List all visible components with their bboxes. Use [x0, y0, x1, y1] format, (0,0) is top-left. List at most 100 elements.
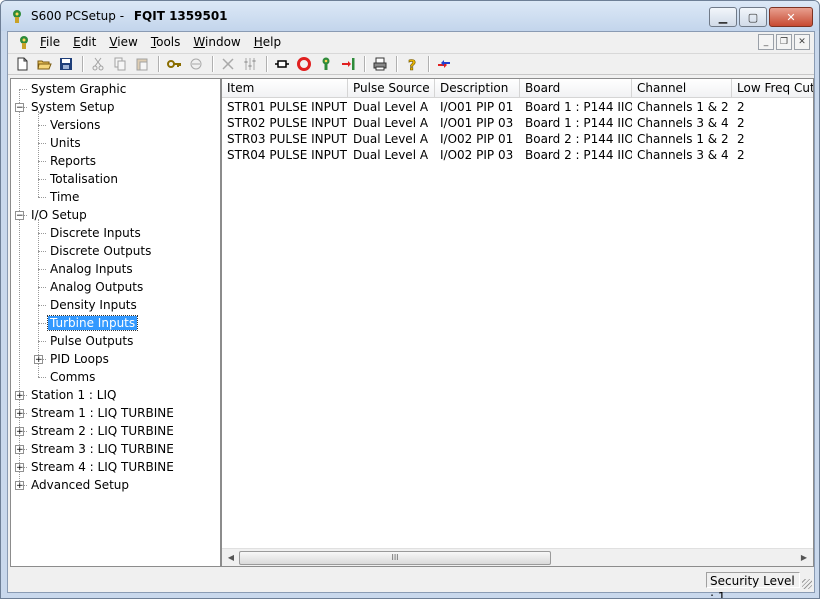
tree-item-density-inputs[interactable]: Density Inputs: [48, 297, 139, 313]
navigation-tree[interactable]: System Graphic − System Setup Versions Units…: [10, 78, 221, 567]
menu-window[interactable]: Window: [193, 35, 240, 49]
tree-item-label: Time: [50, 190, 80, 204]
help-icon: ?: [408, 58, 417, 72]
toolbar-separator: [428, 56, 430, 72]
column-header-board[interactable]: Board: [520, 79, 632, 97]
help-button[interactable]: ?: [402, 55, 422, 73]
tree-item-turbine-inputs[interactable]: Turbine Inputs: [46, 315, 139, 331]
stop-ring-icon: [297, 57, 311, 71]
expand-icon[interactable]: +: [15, 463, 24, 473]
expand-icon[interactable]: +: [15, 481, 24, 491]
tree-connector-line: [38, 341, 46, 342]
scroll-right-button[interactable]: ▶: [797, 551, 811, 564]
expand-icon[interactable]: +: [15, 391, 24, 401]
table-cell: I/O01 PIP 03: [440, 116, 514, 130]
mdi-restore-button[interactable]: ❐: [776, 34, 792, 50]
print-button[interactable]: [370, 55, 390, 73]
document-icon[interactable]: [16, 34, 32, 50]
tree-item-label: Stream 4 : LIQ TURBINE: [31, 460, 174, 474]
table-cell: 2: [737, 100, 745, 114]
column-header-item[interactable]: Item: [222, 79, 348, 97]
tree-item-advanced-setup[interactable]: Advanced Setup: [29, 477, 131, 493]
close-button[interactable]: ✕: [769, 7, 813, 27]
module-button[interactable]: [272, 55, 292, 73]
tree-connector-line: [38, 125, 46, 126]
collapse-icon[interactable]: −: [15, 103, 24, 113]
table-row[interactable]: STR01 PULSE INPUT Dual Level A I/O01 PIP 0…: [222, 99, 813, 115]
svg-text:?: ?: [408, 58, 416, 72]
app-window: S600 PCSetup - FQIT 1359501 ▁ ▢ ✕ File Ed…: [0, 0, 820, 599]
menu-help[interactable]: Help: [254, 35, 281, 49]
upload-button[interactable]: [338, 55, 358, 73]
minimize-button[interactable]: ▁: [709, 7, 737, 27]
paste-button[interactable]: [132, 55, 152, 73]
new-file-button[interactable]: [12, 55, 32, 73]
save-button[interactable]: [56, 55, 76, 73]
grid-header: Item Pulse Source Description Board Channel L…: [222, 79, 813, 98]
turbine-inputs-grid[interactable]: Item Pulse Source Description Board Channel L…: [221, 78, 814, 567]
tree-item-discrete-inputs[interactable]: Discrete Inputs: [48, 225, 143, 241]
menu-edit[interactable]: Edit: [73, 35, 96, 49]
tree-item-i-o-setup[interactable]: I/O Setup: [29, 207, 89, 223]
menu-file[interactable]: File: [40, 35, 60, 49]
table-cell: Dual Level A: [353, 148, 429, 162]
menu-tools[interactable]: Tools: [151, 35, 181, 49]
tree-item-system-graphic[interactable]: System Graphic: [29, 81, 128, 97]
column-header-channel[interactable]: Channel: [632, 79, 732, 97]
column-header-description[interactable]: Description: [435, 79, 520, 97]
expand-icon[interactable]: +: [34, 355, 43, 365]
tree-item-totalisation[interactable]: Totalisation: [48, 171, 120, 187]
tree-item-comms[interactable]: Comms: [48, 369, 97, 385]
tree-item-reports[interactable]: Reports: [48, 153, 98, 169]
table-cell: Channels 1 & 2: [637, 100, 729, 114]
tree-item-pulse-outputs[interactable]: Pulse Outputs: [48, 333, 135, 349]
expand-icon[interactable]: +: [15, 445, 24, 455]
transfer-arrows-button[interactable]: [434, 55, 454, 73]
tree-item-units[interactable]: Units: [48, 135, 83, 151]
table-cell: I/O02 PIP 01: [440, 132, 514, 146]
connect-icon: [190, 58, 202, 70]
collapse-icon[interactable]: −: [15, 211, 24, 221]
resize-grip-icon[interactable]: [802, 579, 812, 589]
key-button[interactable]: [164, 55, 184, 73]
network-button[interactable]: [218, 55, 238, 73]
maximize-button[interactable]: ▢: [739, 7, 767, 27]
tree-item-system-setup[interactable]: System Setup: [29, 99, 117, 115]
table-row[interactable]: STR03 PULSE INPUT Dual Level A I/O02 PIP 0…: [222, 131, 813, 147]
tree-item-station-1-liq[interactable]: Station 1 : LIQ: [29, 387, 118, 403]
tree-item-stream-2-liq-turbine[interactable]: Stream 2 : LIQ TURBINE: [29, 423, 176, 439]
tree-item-label: Stream 2 : LIQ TURBINE: [31, 424, 174, 438]
tree-item-analog-outputs[interactable]: Analog Outputs: [48, 279, 145, 295]
expand-icon[interactable]: +: [15, 409, 24, 419]
column-header-low-freq-cutoff[interactable]: Low Freq Cutoff: [732, 79, 813, 97]
sliders-button[interactable]: [240, 55, 260, 73]
copy-button[interactable]: [110, 55, 130, 73]
scroll-left-button[interactable]: ◀: [224, 551, 238, 564]
download-button[interactable]: [316, 55, 336, 73]
tree-item-pid-loops[interactable]: PID Loops: [48, 351, 111, 367]
open-folder-icon: [37, 60, 52, 70]
mdi-close-button[interactable]: ✕: [794, 34, 810, 50]
expand-icon[interactable]: +: [15, 427, 24, 437]
tree-item-stream-4-liq-turbine[interactable]: Stream 4 : LIQ TURBINE: [29, 459, 176, 475]
menu-view[interactable]: View: [109, 35, 137, 49]
tree-item-stream-1-liq-turbine[interactable]: Stream 1 : LIQ TURBINE: [29, 405, 176, 421]
connect-button[interactable]: [186, 55, 206, 73]
mdi-minimize-button[interactable]: _: [758, 34, 774, 50]
download-icon: [322, 57, 330, 70]
table-row[interactable]: STR04 PULSE INPUT Dual Level A I/O02 PIP 0…: [222, 147, 813, 163]
open-folder-button[interactable]: [34, 55, 54, 73]
tree-item-time[interactable]: Time: [48, 189, 81, 205]
cut-button[interactable]: [88, 55, 108, 73]
tree-item-versions[interactable]: Versions: [48, 117, 102, 133]
tree-item-stream-3-liq-turbine[interactable]: Stream 3 : LIQ TURBINE: [29, 441, 176, 457]
table-row[interactable]: STR02 PULSE INPUT Dual Level A I/O01 PIP 0…: [222, 115, 813, 131]
column-header-pulse-source[interactable]: Pulse Source: [348, 79, 435, 97]
horizontal-scrollbar[interactable]: ◀ III ▶: [222, 548, 813, 566]
tree-item-analog-inputs[interactable]: Analog Inputs: [48, 261, 135, 277]
tree-item-discrete-outputs[interactable]: Discrete Outputs: [48, 243, 153, 259]
stop-ring-button[interactable]: [294, 55, 314, 73]
title-bar[interactable]: S600 PCSetup - FQIT 1359501 ▁ ▢ ✕: [1, 1, 819, 31]
tree-connector-line: [38, 179, 46, 180]
scroll-thumb[interactable]: III: [239, 551, 551, 565]
